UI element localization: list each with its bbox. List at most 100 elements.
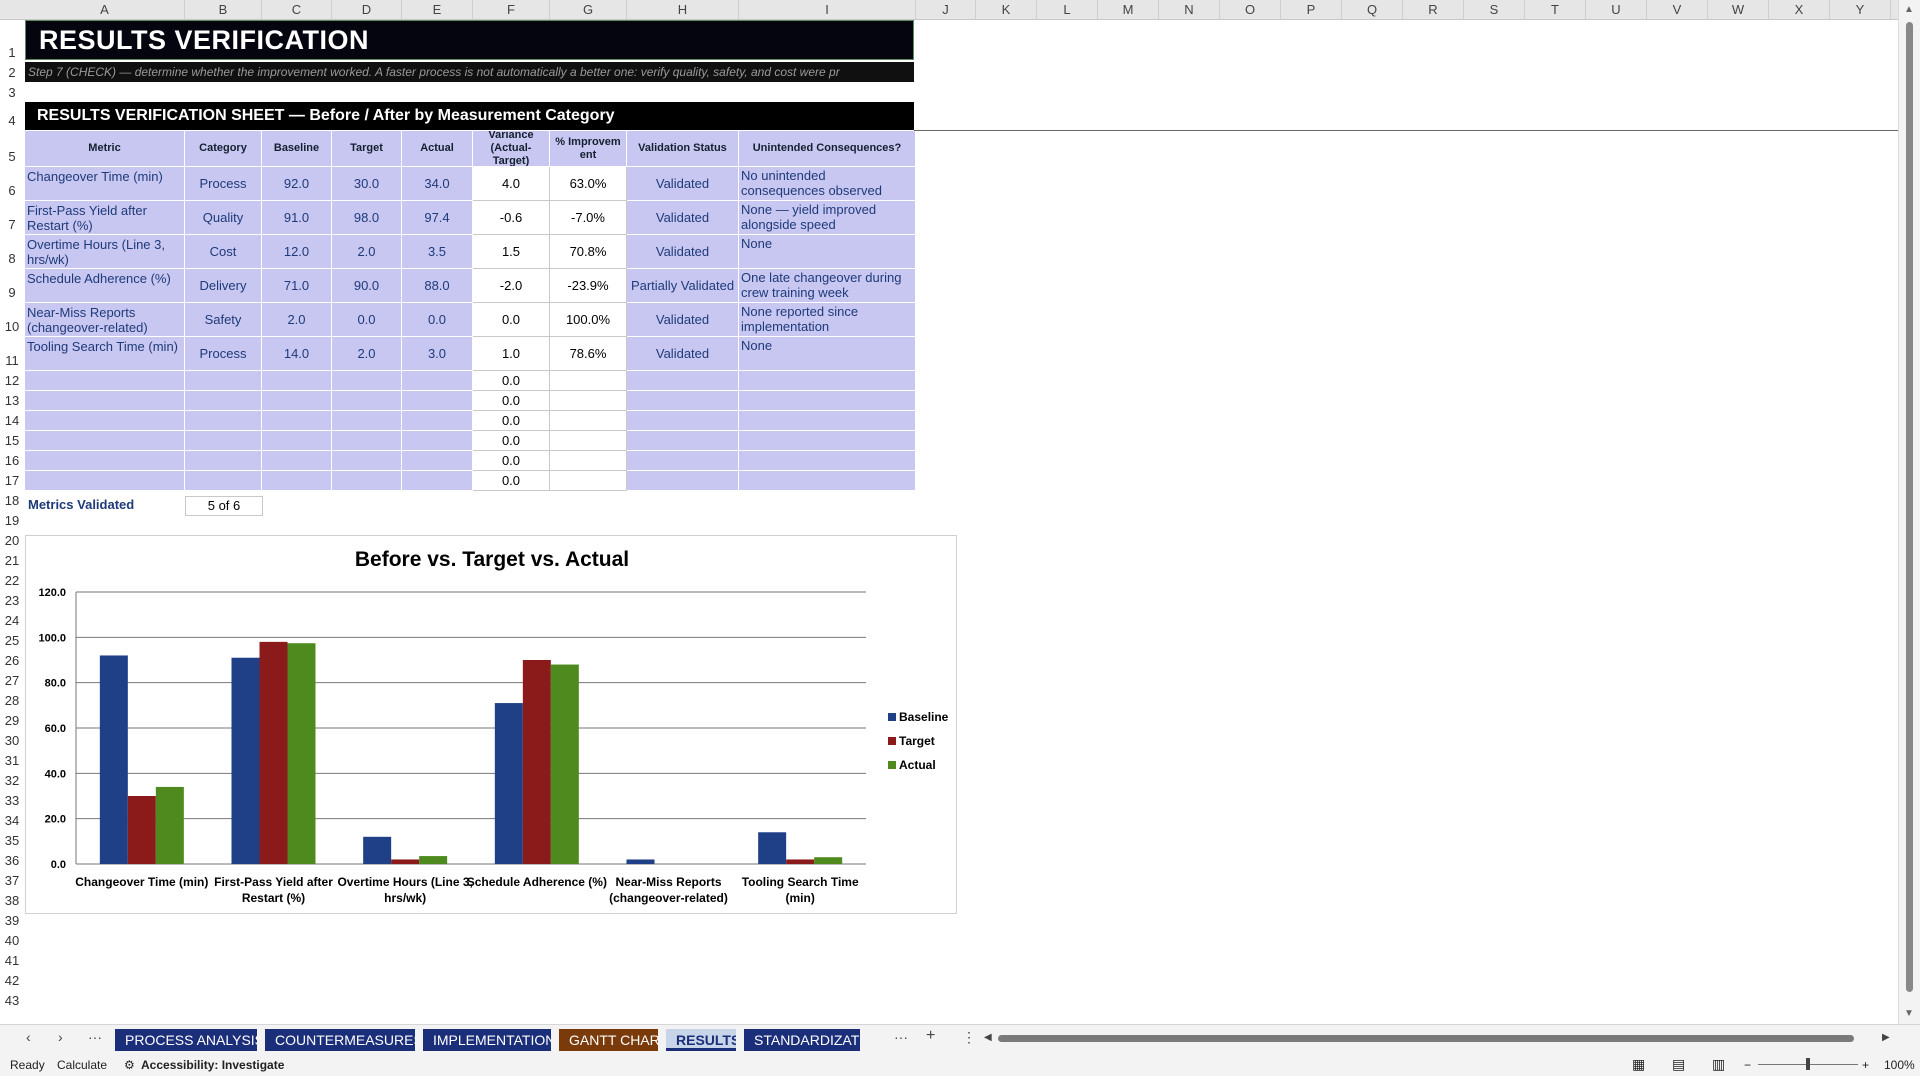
bar-target[interactable] [259, 641, 288, 864]
column-header[interactable]: L [1037, 0, 1098, 19]
table-empty-cell[interactable] [185, 471, 262, 491]
row-header[interactable]: 27 [0, 668, 24, 688]
section-header[interactable]: RESULTS VERIFICATION SHEET — Before / Af… [25, 102, 914, 130]
column-header[interactable]: E [402, 0, 473, 19]
zoom-out-icon[interactable]: − [1744, 1058, 1751, 1072]
row-header[interactable]: 13 [0, 388, 24, 408]
table-cell-target[interactable]: 0.0 [332, 303, 402, 337]
row-header[interactable]: 7 [0, 198, 24, 232]
column-header[interactable]: A [25, 0, 185, 19]
table-empty-cell[interactable] [739, 431, 916, 451]
table-header-cell[interactable]: % Improvem ent [550, 131, 627, 167]
title-cell[interactable]: RESULTS VERIFICATION [25, 20, 914, 60]
table-cell-actual[interactable]: 34.0 [402, 167, 473, 201]
table-empty-cell[interactable] [262, 371, 332, 391]
table-cell-actual[interactable]: 0.0 [402, 303, 473, 337]
more-sheets-right-button[interactable]: ··· [894, 1029, 908, 1045]
scroll-up-icon[interactable]: ▲ [1904, 4, 1914, 15]
tab-standardizati[interactable]: STANDARDIZATI [744, 1029, 860, 1051]
row-header[interactable]: 8 [0, 232, 24, 266]
metrics-validated-value[interactable]: 5 of 6 [185, 496, 263, 516]
accessibility-status[interactable]: Accessibility: Investigate [141, 1058, 284, 1072]
table-empty-cell[interactable] [739, 451, 916, 471]
table-header-cell[interactable]: Validation Status [627, 131, 739, 167]
row-header[interactable]: 42 [0, 968, 24, 988]
table-empty-cell[interactable] [550, 451, 627, 471]
table-cell-baseline[interactable]: 12.0 [262, 235, 332, 269]
column-header[interactable]: V [1647, 0, 1708, 19]
table-cell-consequences[interactable]: One late changeover during crew training… [739, 269, 916, 303]
column-header[interactable]: G [550, 0, 627, 19]
column-header[interactable]: X [1769, 0, 1830, 19]
table-header-cell[interactable]: Metric [25, 131, 185, 167]
bar-target[interactable] [522, 660, 551, 864]
bar-actual[interactable] [419, 856, 448, 864]
table-empty-cell[interactable] [185, 431, 262, 451]
table-cell-baseline[interactable]: 71.0 [262, 269, 332, 303]
tab-gantt-chart[interactable]: GANTT CHART [559, 1029, 658, 1051]
row-header[interactable]: 2 [0, 60, 24, 80]
table-cell-status[interactable]: Validated [627, 235, 739, 269]
hscroll-right-icon[interactable]: ▶ [1882, 1032, 1890, 1043]
table-empty-cell[interactable]: 0.0 [473, 391, 550, 411]
table-cell-actual[interactable]: 3.5 [402, 235, 473, 269]
column-header[interactable]: B [185, 0, 262, 19]
row-header[interactable]: 26 [0, 648, 24, 668]
tab-process-analysis[interactable]: PROCESS ANALYSIS [115, 1029, 257, 1051]
table-cell-variance[interactable]: 4.0 [473, 167, 550, 201]
row-header[interactable]: 14 [0, 408, 24, 428]
row-header[interactable]: 37 [0, 868, 24, 888]
table-cell-improvement[interactable]: -23.9% [550, 269, 627, 303]
column-header[interactable]: C [262, 0, 332, 19]
row-header[interactable]: 3 [0, 80, 24, 100]
zoom-in-icon[interactable]: + [1862, 1058, 1869, 1072]
row-header[interactable]: 28 [0, 688, 24, 708]
table-empty-cell[interactable] [25, 411, 185, 431]
row-header[interactable]: 17 [0, 468, 24, 488]
results-chart[interactable]: Before vs. Target vs. Actual 0.0 20.0 40.0… [25, 535, 957, 914]
column-header[interactable]: N [1159, 0, 1220, 19]
row-header[interactable]: 20 [0, 528, 24, 548]
bar-actual[interactable] [287, 643, 316, 864]
table-cell-improvement[interactable]: 70.8% [550, 235, 627, 269]
row-header[interactable]: 9 [0, 266, 24, 300]
table-cell-baseline[interactable]: 2.0 [262, 303, 332, 337]
table-empty-cell[interactable] [627, 471, 739, 491]
row-header[interactable]: 35 [0, 828, 24, 848]
table-cell-variance[interactable]: 1.0 [473, 337, 550, 371]
table-cell-baseline[interactable]: 91.0 [262, 201, 332, 235]
row-header[interactable]: 30 [0, 728, 24, 748]
table-header-cell[interactable]: Variance (Actual-Target) [473, 131, 550, 167]
row-header[interactable]: 31 [0, 748, 24, 768]
table-cell-target[interactable]: 2.0 [332, 337, 402, 371]
bar-target[interactable] [786, 859, 815, 864]
row-header[interactable]: 32 [0, 768, 24, 788]
table-cell-improvement[interactable]: -7.0% [550, 201, 627, 235]
bar-baseline[interactable] [494, 703, 523, 864]
table-empty-cell[interactable] [550, 371, 627, 391]
table-cell-consequences[interactable]: None [739, 337, 916, 371]
column-header[interactable]: T [1525, 0, 1586, 19]
column-header[interactable]: I [739, 0, 916, 19]
table-empty-cell[interactable] [185, 371, 262, 391]
column-header[interactable]: D [332, 0, 402, 19]
table-header-cell[interactable]: Target [332, 131, 402, 167]
row-header[interactable]: 36 [0, 848, 24, 868]
bar-target[interactable] [391, 859, 420, 864]
table-empty-cell[interactable] [627, 411, 739, 431]
table-cell-metric[interactable]: Near-Miss Reports (changeover-related) [25, 303, 185, 337]
table-cell-category[interactable]: Delivery [185, 269, 262, 303]
row-header[interactable]: 43 [0, 988, 24, 1008]
row-header[interactable]: 12 [0, 368, 24, 388]
hscroll-left-icon[interactable]: ◀ [984, 1032, 992, 1043]
table-cell-target[interactable]: 2.0 [332, 235, 402, 269]
table-empty-cell[interactable] [627, 451, 739, 471]
row-header[interactable]: 4 [0, 100, 24, 128]
zoom-level[interactable]: 100% [1884, 1058, 1915, 1072]
table-empty-cell[interactable] [739, 471, 916, 491]
table-empty-cell[interactable] [739, 411, 916, 431]
table-cell-consequences[interactable]: None reported since implementation [739, 303, 916, 337]
table-empty-cell[interactable] [332, 451, 402, 471]
bar-baseline[interactable] [231, 657, 260, 864]
column-header[interactable]: R [1403, 0, 1464, 19]
